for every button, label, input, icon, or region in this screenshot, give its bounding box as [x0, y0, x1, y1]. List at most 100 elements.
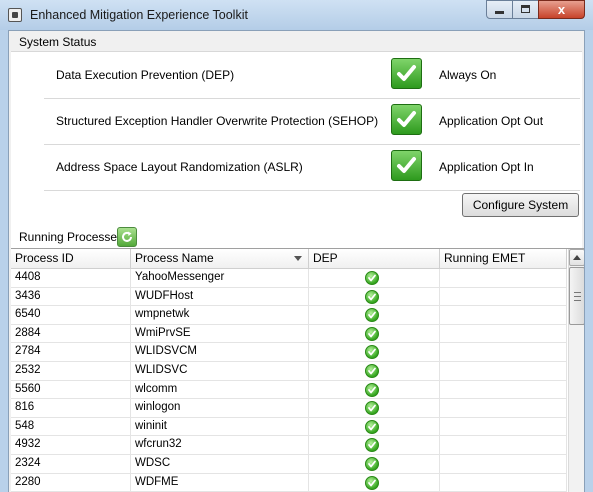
table-row[interactable]: 2324 WDSC — [11, 454, 567, 474]
process-grid: Process ID Process Name DEP Running EMET… — [11, 248, 584, 492]
table-row[interactable]: 4408 YahooMessenger — [11, 269, 567, 288]
status-value: Application Opt Out — [439, 114, 544, 128]
column-header-process-id[interactable]: Process ID — [11, 249, 131, 268]
running-emet-cell — [440, 417, 567, 436]
running-emet-cell — [440, 399, 567, 418]
column-header-dep[interactable]: DEP — [309, 249, 440, 268]
process-name-cell: WmiPrvSE — [131, 324, 309, 343]
process-name-cell: YahooMessenger — [131, 269, 309, 287]
check-icon[interactable] — [391, 104, 422, 135]
process-name-cell: wininit — [131, 417, 309, 436]
dep-enabled-icon — [365, 308, 379, 323]
dep-enabled-icon — [365, 271, 379, 285]
dep-cell — [309, 287, 440, 306]
dep-cell — [309, 269, 440, 287]
maximize-button[interactable] — [512, 0, 539, 19]
dep-enabled-icon — [365, 438, 379, 453]
dep-cell — [309, 473, 440, 492]
dep-enabled-icon — [365, 475, 379, 490]
dep-cell — [309, 436, 440, 455]
dep-cell — [309, 454, 440, 473]
process-name-cell: WDFME — [131, 473, 309, 492]
table-row[interactable]: 548 wininit — [11, 417, 567, 437]
running-emet-cell — [440, 269, 567, 287]
process-id-cell: 2784 — [11, 343, 131, 362]
grip-icon — [574, 292, 581, 301]
dep-enabled-icon — [365, 363, 379, 378]
configure-system-button[interactable]: Configure System — [462, 193, 579, 217]
dep-cell — [309, 399, 440, 418]
process-id-cell: 5560 — [11, 380, 131, 399]
running-emet-cell — [440, 287, 567, 306]
check-icon[interactable] — [391, 58, 422, 89]
running-emet-cell — [440, 306, 567, 325]
dep-enabled-icon — [365, 419, 379, 434]
table-row[interactable]: 6540 wmpnetwk — [11, 306, 567, 325]
column-header-running-emet[interactable]: Running EMET — [440, 249, 567, 268]
process-id-cell: 6540 — [11, 306, 131, 325]
running-emet-cell — [440, 380, 567, 399]
table-row[interactable]: 2280 WDFME — [11, 473, 567, 492]
process-name-cell: WLIDSVC — [131, 361, 309, 380]
running-emet-cell — [440, 454, 567, 473]
status-label: Address Space Layout Randomization (ASLR… — [56, 160, 303, 174]
dep-enabled-icon — [365, 289, 379, 304]
scroll-up-icon[interactable] — [569, 249, 584, 266]
status-row-aslr: Address Space Layout Randomization (ASLR… — [44, 144, 580, 191]
process-id-cell: 3436 — [11, 287, 131, 306]
column-header-label: Process Name — [135, 251, 214, 265]
client-area: System Status Data Execution Prevention … — [8, 30, 585, 492]
sort-descending-icon — [294, 256, 302, 261]
process-id-cell: 2532 — [11, 361, 131, 380]
running-emet-cell — [440, 343, 567, 362]
table-row[interactable]: 5560 wlcomm — [11, 380, 567, 400]
table-row[interactable]: 2784 WLIDSVCM — [11, 343, 567, 362]
running-emet-cell — [440, 436, 567, 455]
table-row[interactable]: 816 winlogon — [11, 399, 567, 418]
table-row[interactable]: 4932 wfcrun32 — [11, 436, 567, 455]
process-name-cell: wmpnetwk — [131, 306, 309, 325]
process-name-cell: winlogon — [131, 399, 309, 418]
column-header-process-name[interactable]: Process Name — [131, 249, 309, 268]
scroll-thumb[interactable] — [569, 267, 584, 325]
status-label: Structured Exception Handler Overwrite P… — [56, 114, 379, 128]
minimize-button[interactable] — [486, 0, 513, 19]
process-name-cell: WUDFHost — [131, 287, 309, 306]
status-value: Always On — [439, 68, 497, 82]
process-id-cell: 2324 — [11, 454, 131, 473]
dep-enabled-icon — [365, 326, 379, 341]
running-processes-label: Running Processes — [19, 230, 124, 244]
vertical-scrollbar[interactable] — [568, 249, 584, 492]
dep-cell — [309, 361, 440, 380]
process-id-cell: 4408 — [11, 269, 131, 287]
grid-header: Process ID Process Name DEP Running EMET — [11, 249, 567, 269]
process-rows: 4408 YahooMessenger 3436 WUDFHost 6540 wmpnet… — [11, 269, 567, 492]
system-status-label: System Status — [19, 35, 97, 49]
table-row[interactable]: 2532 WLIDSVC — [11, 361, 567, 381]
status-value: Application Opt In — [439, 160, 534, 174]
close-icon: x — [557, 2, 566, 17]
process-name-cell: wfcrun32 — [131, 436, 309, 455]
process-name-cell: wlcomm — [131, 380, 309, 399]
refresh-icon[interactable] — [117, 227, 137, 247]
check-icon[interactable] — [391, 150, 422, 181]
running-emet-cell — [440, 324, 567, 343]
running-emet-cell — [440, 361, 567, 380]
emet-window: Enhanced Mitigation Experience Toolkit x… — [0, 0, 593, 492]
status-label: Data Execution Prevention (DEP) — [56, 68, 235, 82]
table-row[interactable]: 3436 WUDFHost — [11, 287, 567, 307]
close-button[interactable]: x — [538, 0, 585, 19]
dep-cell — [309, 380, 440, 399]
app-icon — [8, 8, 22, 22]
dep-cell — [309, 343, 440, 362]
process-id-cell: 2280 — [11, 473, 131, 492]
dep-cell — [309, 417, 440, 436]
process-id-cell: 816 — [11, 399, 131, 418]
process-name-cell: WLIDSVCM — [131, 343, 309, 362]
title-bar[interactable]: Enhanced Mitigation Experience Toolkit x — [0, 0, 593, 30]
dep-enabled-icon — [365, 382, 379, 397]
status-row-dep: Data Execution Prevention (DEP) Always O… — [44, 52, 580, 99]
window-title: Enhanced Mitigation Experience Toolkit — [30, 8, 248, 22]
table-row[interactable]: 2884 WmiPrvSE — [11, 324, 567, 344]
process-name-cell: WDSC — [131, 454, 309, 473]
